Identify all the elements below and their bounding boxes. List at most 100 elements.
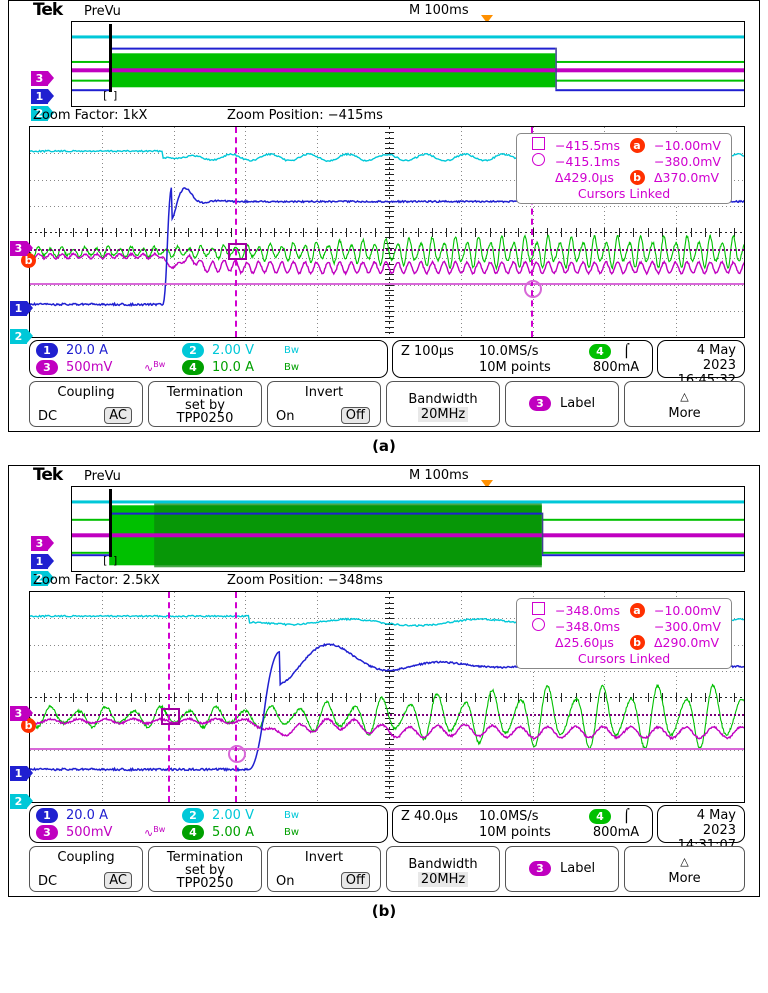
label-menu-button[interactable]: 3 Label: [505, 381, 619, 427]
bandwidth-value[interactable]: 20MHz: [418, 407, 468, 422]
bandwidth-value[interactable]: 20MHz: [418, 872, 468, 887]
figure-caption-a: (a): [8, 437, 760, 455]
cursor-marker-square[interactable]: [228, 243, 247, 260]
bandwidth-menu-button[interactable]: Bandwidth 20MHz: [386, 846, 500, 892]
label-channel-badge: 3: [529, 861, 551, 876]
cursor-square-time: −348.0ms: [552, 602, 623, 618]
cursor-delta-volt: Δ290.0mV: [651, 634, 724, 650]
coupling-dc-option[interactable]: DC: [38, 409, 57, 424]
cursor-vertical-1[interactable]: [168, 592, 170, 802]
bottom-menu-bar: Coupling DC AC Termination set by TPP025…: [29, 846, 745, 892]
channel-marker-1[interactable]: 1: [31, 89, 48, 104]
channel-badge-4[interactable]: 4: [182, 360, 204, 375]
cursor-marker-circle[interactable]: [228, 745, 246, 763]
termination-probe-value: TPP0250: [149, 411, 261, 426]
bandwidth-menu-button[interactable]: Bandwidth 20MHz: [386, 381, 500, 427]
termination-menu-button[interactable]: Termination set by TPP0250: [148, 846, 262, 892]
trigger-source-group[interactable]: 4 ⌠: [589, 809, 630, 824]
zoom-window-marker[interactable]: [109, 24, 112, 92]
invert-menu-button[interactable]: Invert On Off: [267, 381, 381, 427]
channel-3-cell[interactable]: 3: [36, 825, 66, 840]
coupling-dc-option[interactable]: DC: [38, 874, 57, 889]
channel-badge-4[interactable]: 4: [182, 825, 204, 840]
status-bar: 1 20.0 A 2 2.00 V Bᴡ 3 500mV ∿Bᴡ 4 10.0 …: [29, 340, 745, 378]
acquisition-mode-label: PreVu: [84, 4, 121, 19]
bottom-menu-bar: Coupling DC AC Termination set by TPP025…: [29, 381, 745, 427]
cursor-badge-b: b: [623, 634, 651, 650]
channel-marker-2[interactable]: 2: [10, 329, 27, 344]
coupling-ac-option[interactable]: AC: [104, 872, 132, 889]
termination-menu-button[interactable]: Termination set by TPP0250: [148, 381, 262, 427]
invert-on-option[interactable]: On: [276, 874, 294, 889]
channel-marker-3[interactable]: 3: [31, 71, 48, 86]
cursor-horizontal-b[interactable]: [30, 283, 744, 285]
channel-marker-1[interactable]: 1: [31, 554, 48, 569]
invert-menu-button[interactable]: Invert On Off: [267, 846, 381, 892]
channel-marker-1[interactable]: 1: [10, 766, 27, 781]
coupling-ac-option[interactable]: AC: [104, 407, 132, 424]
coupling-menu-button[interactable]: Coupling DC AC: [29, 381, 143, 427]
channel-badge-1[interactable]: 1: [36, 343, 58, 358]
tek-logo: Tek: [33, 465, 62, 485]
channel-4-cell[interactable]: 4: [182, 825, 212, 840]
trigger-level-value: 800mA: [571, 360, 661, 375]
cursor-marker-square[interactable]: [161, 708, 180, 725]
cursor-marker-circle[interactable]: [524, 280, 542, 298]
more-menu-button[interactable]: △ More: [624, 846, 745, 892]
channel-badge-2[interactable]: 2: [182, 808, 204, 823]
scope-top-bar: Tek PreVu M 100ms: [9, 1, 759, 21]
channel-1-cell[interactable]: 1: [36, 808, 66, 823]
channel-marker-3[interactable]: 3: [10, 241, 27, 256]
zoom-factor-label: Zoom Factor: 2.5kX: [33, 573, 160, 588]
channel-2-cell[interactable]: 2: [182, 343, 212, 358]
trigger-source-group[interactable]: 4 ⌠: [589, 344, 630, 359]
invert-on-option[interactable]: On: [276, 409, 294, 424]
timebase-trigger-group[interactable]: Z 40.0µs 10.0MS/s 10M points 4 ⌠ 800mA: [392, 805, 653, 843]
cursor-vertical-2[interactable]: [235, 592, 237, 802]
more-menu-button[interactable]: △ More: [624, 381, 745, 427]
channel-3-cell[interactable]: 3: [36, 360, 66, 375]
timebase-trigger-group[interactable]: Z 100µs 10.0MS/s 10M points 4 ⌠ 800mA: [392, 340, 653, 378]
overview-waveform-strip[interactable]: [ ]: [71, 21, 745, 107]
acquisition-mode-label: PreVu: [84, 469, 121, 484]
bandwidth-title: Bandwidth: [387, 857, 499, 872]
channel-marker-3[interactable]: 3: [10, 706, 27, 721]
trigger-level-value: 800mA: [571, 825, 661, 840]
cursor-vertical-1[interactable]: [235, 127, 237, 337]
cursor-horizontal-a[interactable]: [30, 249, 744, 251]
cursor-horizontal-a[interactable]: [30, 714, 744, 716]
zoom-header: Zoom Factor: 1kX Zoom Position: −415ms: [9, 107, 759, 126]
sample-rate-value: 10.0MS/s: [479, 344, 539, 359]
cursor-readout: −348.0ms a −10.00mV −348.0ms −300.0mV Δ2…: [516, 598, 732, 669]
channel-badge-2[interactable]: 2: [182, 343, 204, 358]
scope-panel-a: Tek PreVu M 100ms [ ] 3 1 2 Zoom Factor:…: [8, 0, 760, 455]
channel-badge-3[interactable]: 3: [36, 825, 58, 840]
channel-2-cell[interactable]: 2: [182, 808, 212, 823]
termination-probe-value: TPP0250: [149, 876, 261, 891]
channel-4-bandwidth-icon: Bᴡ: [284, 362, 304, 373]
trigger-slope-icon: ⌠: [623, 809, 630, 824]
channel-marker-1[interactable]: 1: [10, 301, 27, 316]
date-value: 4 May 2023: [666, 343, 736, 373]
channel-marker-3[interactable]: 3: [31, 536, 48, 551]
channel-marker-2[interactable]: 2: [10, 794, 27, 809]
coupling-menu-button[interactable]: Coupling DC AC: [29, 846, 143, 892]
invert-off-option[interactable]: Off: [341, 407, 370, 424]
cursor-circle-volt: −300.0mV: [651, 618, 724, 634]
label-text: Label: [560, 396, 595, 411]
cursor-badge-a: a: [623, 602, 651, 618]
zoom-graticule[interactable]: −348.0ms a −10.00mV −348.0ms −300.0mV Δ2…: [29, 591, 745, 803]
channel-badge-3[interactable]: 3: [36, 360, 58, 375]
label-menu-button[interactable]: 3 Label: [505, 846, 619, 892]
zoom-graticule[interactable]: −415.5ms a −10.00mV −415.1ms −380.0mV Δ4…: [29, 126, 745, 338]
overview-waveform-strip[interactable]: [ ]: [71, 486, 745, 572]
status-bar: 1 20.0 A 2 2.00 V Bᴡ 3 500mV ∿Bᴡ 4 5.00 …: [29, 805, 745, 843]
cursor-square-time: −415.5ms: [552, 137, 623, 153]
cursor-horizontal-b[interactable]: [30, 748, 744, 750]
cursor-badge-a: a: [623, 137, 651, 153]
channel-1-cell[interactable]: 1: [36, 343, 66, 358]
channel-badge-1[interactable]: 1: [36, 808, 58, 823]
channel-4-cell[interactable]: 4: [182, 360, 212, 375]
zoom-window-marker[interactable]: [109, 489, 112, 557]
invert-off-option[interactable]: Off: [341, 872, 370, 889]
